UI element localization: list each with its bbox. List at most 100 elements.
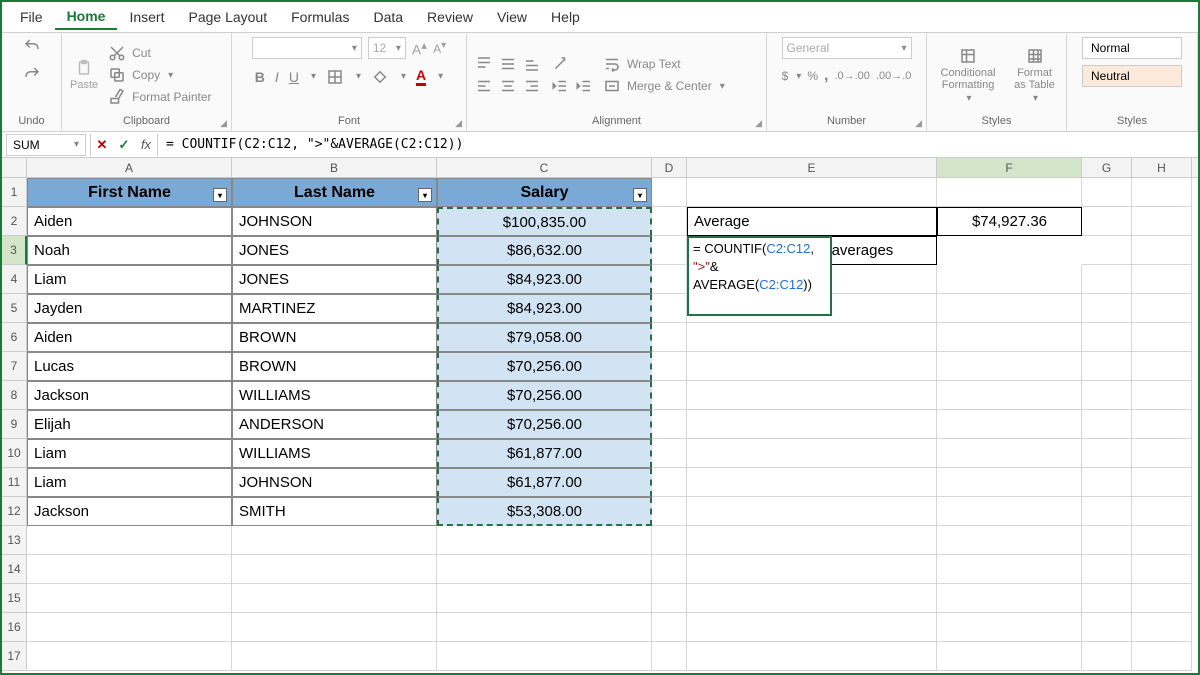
cell-E9[interactable] bbox=[687, 410, 937, 439]
decrease-font-icon[interactable]: A▾ bbox=[433, 40, 446, 56]
cell-G7[interactable] bbox=[1082, 352, 1132, 381]
align-left-icon[interactable] bbox=[475, 77, 493, 95]
cell-C3[interactable]: $86,632.00 bbox=[437, 236, 652, 265]
cell-B12[interactable]: SMITH bbox=[232, 497, 437, 526]
cell-F5[interactable] bbox=[937, 294, 1082, 323]
cell-B4[interactable]: JONES bbox=[232, 265, 437, 294]
cell-E10[interactable] bbox=[687, 439, 937, 468]
cell-F1[interactable] bbox=[937, 178, 1082, 207]
confirm-formula-button[interactable]: ✓ bbox=[113, 137, 135, 153]
menu-data[interactable]: Data bbox=[361, 5, 415, 29]
cell-C4[interactable]: $84,923.00 bbox=[437, 265, 652, 294]
cell-A5[interactable]: Jayden bbox=[27, 294, 232, 323]
font-size-dropdown[interactable]: 12▾ bbox=[368, 37, 406, 59]
cell-A10[interactable]: Liam bbox=[27, 439, 232, 468]
cell-B2[interactable]: JOHNSON bbox=[232, 207, 437, 236]
menu-help[interactable]: Help bbox=[539, 5, 592, 29]
cell-E14[interactable] bbox=[687, 555, 937, 584]
cell-F15[interactable] bbox=[937, 584, 1082, 613]
select-all-corner[interactable] bbox=[2, 158, 27, 177]
cell-E12[interactable] bbox=[687, 497, 937, 526]
cell-C7[interactable]: $70,256.00 bbox=[437, 352, 652, 381]
cell-A12[interactable]: Jackson bbox=[27, 497, 232, 526]
row-header-8[interactable]: 8 bbox=[2, 381, 27, 410]
row-header-12[interactable]: 12 bbox=[2, 497, 27, 526]
cell-A1[interactable]: First Name▾ bbox=[27, 178, 232, 207]
cell-F14[interactable] bbox=[937, 555, 1082, 584]
fx-icon[interactable]: fx bbox=[135, 137, 157, 152]
menu-review[interactable]: Review bbox=[415, 5, 485, 29]
paste-button[interactable]: Paste bbox=[70, 59, 98, 91]
cell-D5[interactable] bbox=[652, 294, 687, 323]
row-header-9[interactable]: 9 bbox=[2, 410, 27, 439]
cell-D2[interactable] bbox=[652, 207, 687, 236]
col-header-H[interactable]: H bbox=[1132, 158, 1192, 177]
cell-H14[interactable] bbox=[1132, 555, 1192, 584]
cell-F4[interactable] bbox=[937, 265, 1082, 294]
cell-H10[interactable] bbox=[1132, 439, 1192, 468]
borders-icon[interactable] bbox=[326, 68, 344, 86]
row-header-11[interactable]: 11 bbox=[2, 468, 27, 497]
align-center-icon[interactable] bbox=[499, 77, 517, 95]
row-header-4[interactable]: 4 bbox=[2, 265, 27, 294]
cell-D15[interactable] bbox=[652, 584, 687, 613]
cell-H11[interactable] bbox=[1132, 468, 1192, 497]
cell-E6[interactable] bbox=[687, 323, 937, 352]
cell-G9[interactable] bbox=[1082, 410, 1132, 439]
increase-decimal-icon[interactable]: .0→.00 bbox=[834, 70, 869, 82]
menu-insert[interactable]: Insert bbox=[117, 5, 176, 29]
increase-indent-icon[interactable] bbox=[575, 77, 593, 95]
col-header-G[interactable]: G bbox=[1082, 158, 1132, 177]
menu-formulas[interactable]: Formulas bbox=[279, 5, 361, 29]
filter-icon[interactable]: ▾ bbox=[633, 188, 647, 202]
font-color-icon[interactable]: A bbox=[416, 67, 426, 86]
cell-F8[interactable] bbox=[937, 381, 1082, 410]
conditional-formatting-button[interactable]: Conditional Formatting▾ bbox=[935, 47, 1001, 104]
cell-F3-editing[interactable]: = COUNTIF(C2:C12, ">"&AVERAGE(C2:C12)) C… bbox=[687, 236, 832, 316]
cell-C6[interactable]: $79,058.00 bbox=[437, 323, 652, 352]
cell-D14[interactable] bbox=[652, 555, 687, 584]
cell-E7[interactable] bbox=[687, 352, 937, 381]
number-dialog-launcher-icon[interactable]: ◢ bbox=[915, 118, 922, 129]
cell-G10[interactable] bbox=[1082, 439, 1132, 468]
cell-G8[interactable] bbox=[1082, 381, 1132, 410]
cell-G13[interactable] bbox=[1082, 526, 1132, 555]
cell-D4[interactable] bbox=[652, 265, 687, 294]
cell-G5[interactable] bbox=[1082, 294, 1132, 323]
cell-G16[interactable] bbox=[1082, 613, 1132, 642]
cell-E13[interactable] bbox=[687, 526, 937, 555]
cell-F12[interactable] bbox=[937, 497, 1082, 526]
cell-D13[interactable] bbox=[652, 526, 687, 555]
formula-input[interactable]: = COUNTIF(C2:C12, ">"&AVERAGE(C2:C12)) bbox=[158, 137, 1198, 152]
wrap-text-button[interactable]: Wrap Text bbox=[603, 55, 725, 73]
cell-C1[interactable]: Salary▾ bbox=[437, 178, 652, 207]
row-header-10[interactable]: 10 bbox=[2, 439, 27, 468]
row-header-7[interactable]: 7 bbox=[2, 352, 27, 381]
cell-B6[interactable]: BROWN bbox=[232, 323, 437, 352]
cell-G11[interactable] bbox=[1082, 468, 1132, 497]
filter-icon[interactable]: ▾ bbox=[213, 188, 227, 202]
cell-D3[interactable] bbox=[652, 236, 687, 265]
menu-page-layout[interactable]: Page Layout bbox=[176, 5, 279, 29]
row-header-13[interactable]: 13 bbox=[2, 526, 27, 555]
cell-B17[interactable] bbox=[232, 642, 437, 671]
cell-F6[interactable] bbox=[937, 323, 1082, 352]
cell-G2[interactable] bbox=[1082, 207, 1132, 236]
cell-A8[interactable]: Jackson bbox=[27, 381, 232, 410]
cell-C2[interactable]: $100,835.00 bbox=[437, 207, 652, 236]
underline-button[interactable]: U bbox=[289, 69, 299, 85]
redo-icon[interactable] bbox=[23, 65, 41, 83]
cell-E8[interactable] bbox=[687, 381, 937, 410]
cell-D6[interactable] bbox=[652, 323, 687, 352]
comma-icon[interactable]: , bbox=[824, 67, 828, 85]
row-header-2[interactable]: 2 bbox=[2, 207, 27, 236]
cell-H4[interactable] bbox=[1132, 265, 1192, 294]
orientation-icon[interactable] bbox=[551, 55, 569, 73]
row-header-5[interactable]: 5 bbox=[2, 294, 27, 323]
cell-H9[interactable] bbox=[1132, 410, 1192, 439]
cell-G6[interactable] bbox=[1082, 323, 1132, 352]
cell-E15[interactable] bbox=[687, 584, 937, 613]
font-dialog-launcher-icon[interactable]: ◢ bbox=[455, 118, 462, 129]
cell-H16[interactable] bbox=[1132, 613, 1192, 642]
col-header-A[interactable]: A bbox=[27, 158, 232, 177]
